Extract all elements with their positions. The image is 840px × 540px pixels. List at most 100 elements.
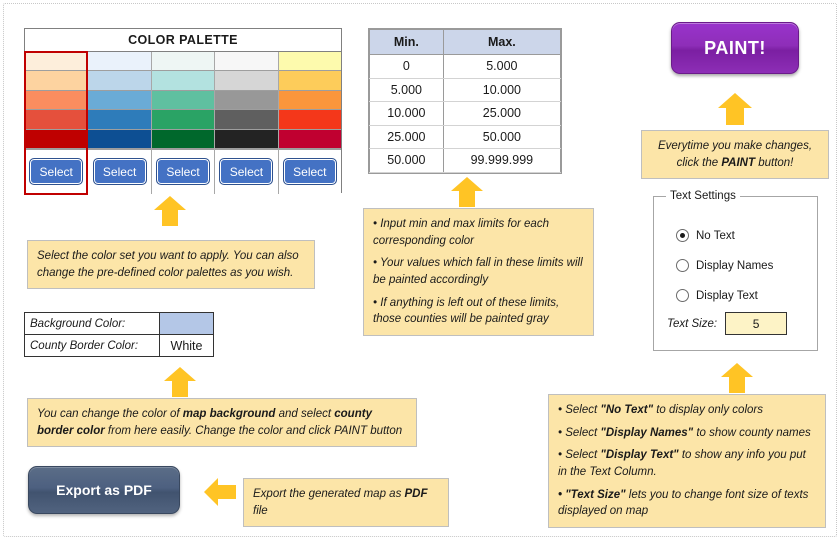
arrow-up-icon-paint [717, 92, 753, 131]
ts-note-bullet-2: • Select "Display Names" to show county … [558, 425, 816, 442]
max-cell[interactable]: 5.000 [442, 54, 562, 79]
limits-note: • Input min and max limits for each corr… [363, 208, 594, 337]
table-row: 0 5.000 [369, 54, 562, 79]
background-note-bold-1: map background [182, 408, 276, 420]
paint-note-line2-pre: click the [676, 156, 722, 169]
palette-swatch[interactable] [215, 129, 278, 149]
table-row: 50.000 99.999.999 [369, 148, 562, 173]
min-cell[interactable]: 0 [369, 54, 444, 79]
county-border-color-value[interactable]: White [159, 334, 214, 357]
palette-swatch[interactable] [88, 90, 151, 111]
paint-note-line2-bold: PAINT [721, 156, 756, 169]
select-button-2[interactable]: Select [92, 158, 147, 186]
select-button-3[interactable]: Select [156, 158, 211, 186]
select-button-1[interactable]: Select [29, 158, 84, 186]
palette-swatch[interactable] [151, 129, 215, 149]
paint-note: Everytime you make changes, click the PA… [641, 130, 829, 180]
palette-swatch[interactable] [215, 90, 278, 111]
palette-swatch[interactable] [278, 90, 342, 111]
radio-icon-display-names[interactable] [676, 259, 689, 272]
ts-note-b3-pre: • Select [558, 449, 601, 462]
column-header-max: Max. [442, 29, 562, 55]
ts-note-bullet-3: • Select "Display Text" to show any info… [558, 447, 816, 480]
select-button-4[interactable]: Select [219, 158, 274, 186]
palette-swatch[interactable] [215, 71, 278, 91]
palette-swatch[interactable] [88, 52, 151, 72]
background-note-post: from here easily. Change the color and c… [104, 424, 403, 437]
text-size-input[interactable]: 5 [725, 312, 788, 335]
paint-button[interactable]: PAINT! [671, 22, 799, 74]
column-header-min: Min. [369, 29, 444, 55]
arrow-left-icon-export [203, 477, 237, 512]
palette-swatch[interactable] [278, 52, 342, 72]
radio-option-display-names[interactable]: Display Names [676, 259, 773, 272]
max-cell[interactable]: 25.000 [442, 101, 562, 126]
palette-swatch[interactable] [25, 71, 88, 91]
radio-icon-no-text[interactable] [676, 229, 689, 242]
palette-select-cell: Select [151, 148, 215, 194]
palette-swatch[interactable] [278, 110, 342, 130]
palette-swatch[interactable] [151, 90, 215, 111]
background-color-label: Background Color: [24, 312, 160, 335]
palette-select-cell: Select [25, 148, 88, 194]
table-header-row: Min. Max. [369, 29, 562, 55]
palette-swatch[interactable] [151, 52, 215, 72]
min-cell[interactable]: 10.000 [369, 101, 444, 126]
palette-swatch[interactable] [215, 110, 278, 130]
radio-label-no-text: No Text [696, 229, 735, 242]
limits-note-bullet-1: • Input min and max limits for each corr… [373, 218, 549, 247]
max-cell[interactable]: 10.000 [442, 77, 562, 102]
min-cell[interactable]: 5.000 [369, 77, 444, 102]
ts-note-b2-post: to show county names [693, 426, 811, 439]
select-button-5[interactable]: Select [282, 158, 337, 186]
palette-column-yellow-crimson[interactable]: Select [278, 52, 342, 194]
background-color-swatch[interactable] [159, 312, 214, 335]
export-as-pdf-button[interactable]: Export as PDF [28, 466, 180, 514]
palette-swatch[interactable] [25, 52, 88, 72]
ts-note-b3-bold: "Display Text" [600, 449, 679, 462]
background-note-text: You can change the color of map backgrou… [37, 406, 407, 439]
palette-swatch[interactable] [151, 71, 215, 91]
palette-swatch[interactable] [278, 129, 342, 149]
radio-option-display-text[interactable]: Display Text [676, 289, 758, 302]
max-cell[interactable]: 99.999.999 [442, 148, 562, 173]
ts-note-b1-post: to display only colors [653, 404, 763, 416]
background-note-mid: and select [275, 408, 335, 420]
palette-column-green[interactable]: Select [151, 52, 216, 194]
min-cell[interactable]: 25.000 [369, 124, 444, 149]
palette-column-orange-red[interactable]: Select [23, 51, 89, 195]
paint-note-line2: click the PAINT button! [651, 155, 819, 172]
palette-swatch[interactable] [25, 129, 88, 149]
county-border-color-label: County Border Color: [24, 334, 160, 357]
palette-swatch[interactable] [25, 110, 88, 130]
export-note-bold: PDF [404, 488, 428, 500]
paint-note-line1: Everytime you make changes, [657, 140, 813, 152]
palette-column-grayscale[interactable]: Select [215, 52, 279, 194]
palette-swatch[interactable] [88, 110, 151, 130]
radio-option-no-text[interactable]: No Text [676, 229, 735, 242]
radio-label-display-names: Display Names [696, 259, 774, 272]
arrow-up-icon-palette [153, 195, 187, 232]
color-palette-panel: COLOR PALETTE Select Select Select Selec… [23, 28, 342, 195]
limits-note-bullet-2: • Your values which fall in these limits… [373, 257, 583, 287]
color-palette-title: COLOR PALETTE [25, 29, 341, 52]
palette-swatch[interactable] [25, 90, 88, 111]
app-root: COLOR PALETTE Select Select Select Selec… [0, 0, 840, 540]
ts-note-bullet-1: • Select "No Text" to display only color… [558, 402, 816, 419]
paint-note-line2-post: button! [755, 156, 794, 169]
ts-note-b2-pre: • Select [558, 426, 601, 439]
palette-swatch[interactable] [88, 71, 151, 91]
table-row: 25.000 50.000 [369, 124, 562, 149]
palette-swatch[interactable] [88, 129, 151, 149]
ts-note-bullet-4: • "Text Size" lets you to change font si… [558, 487, 816, 520]
ts-note-b1-bold: "No Text" [600, 404, 654, 416]
limits-note-bullet-3: • If anything is left out of these limit… [373, 296, 560, 326]
palette-swatch[interactable] [151, 110, 215, 130]
table-row: Background Color: [24, 312, 214, 335]
max-cell[interactable]: 50.000 [442, 124, 562, 149]
palette-swatch[interactable] [215, 52, 278, 72]
radio-icon-display-text[interactable] [676, 289, 689, 302]
palette-column-blue[interactable]: Select [88, 52, 152, 194]
min-cell[interactable]: 50.000 [369, 148, 444, 173]
palette-swatch[interactable] [278, 71, 342, 91]
